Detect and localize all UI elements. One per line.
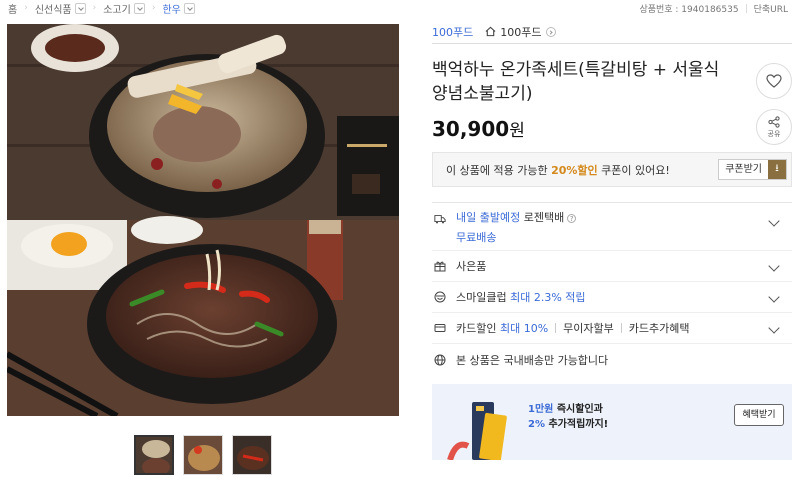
download-icon: ⭳ xyxy=(768,160,786,179)
chevron-down-icon[interactable] xyxy=(133,2,145,14)
gift-icon xyxy=(434,261,446,272)
product-info-panel: 100푸드 100푸드 백억하누 온가족세트(특갈비탕 + 서울식양념소불고기)… xyxy=(432,20,792,460)
smileclub-row[interactable]: 스마일클럽 최대 2.3% 적립 xyxy=(432,282,792,313)
promo-banner[interactable]: 1만원 즉시할인과 2% 추가적립까지! 혜택받기 xyxy=(432,384,792,460)
domestic-shipping-text: 본 상품은 국내배송만 가능합니다 xyxy=(456,353,609,367)
product-meta: 상품번호 : 1940186535 단축URL xyxy=(639,0,788,16)
seller-link[interactable]: 100푸드 xyxy=(432,24,473,40)
thumbnail-2[interactable] xyxy=(183,435,223,475)
promo-text-1: 즉시할인과 xyxy=(556,404,603,415)
breadcrumb-label: 한우 xyxy=(162,4,181,16)
truck-icon xyxy=(434,215,446,224)
shipping-date: 내일 출발예정 xyxy=(456,210,521,224)
thumbnail-list xyxy=(134,435,272,475)
domestic-shipping-row: 본 상품은 국내배송만 가능합니다 xyxy=(432,344,792,375)
product-number: 상품번호 : 1940186535 xyxy=(639,4,739,15)
coupon-text-after: 쿠폰이 있어요! xyxy=(601,163,670,177)
card-discount-row[interactable]: 카드할인 최대 10% 무이자할부 카드추가혜택 xyxy=(432,313,792,344)
breadcrumb: 홈 › 신선식품 › 소고기 › 한우 xyxy=(8,0,195,16)
product-main-image[interactable] xyxy=(7,24,399,416)
breadcrumb-separator: › xyxy=(151,3,156,13)
card-illustration-icon xyxy=(447,402,507,460)
breadcrumb-separator: › xyxy=(24,3,28,13)
card-discount-label: 카드할인 xyxy=(456,322,497,335)
smile-icon xyxy=(434,291,446,303)
share-button[interactable]: 공유 xyxy=(756,109,792,145)
price-value: 30,900 xyxy=(432,117,510,141)
chevron-down-icon[interactable] xyxy=(183,2,195,14)
breadcrumb-category-3[interactable]: 한우 xyxy=(162,1,195,16)
coupon-banner: 이 상품에 적용 가능한 20%할인 쿠폰이 있어요! 쿠폰받기 ⭳ xyxy=(432,152,792,187)
chevron-down-icon[interactable] xyxy=(768,322,780,334)
promo-text: 1만원 즉시할인과 2% 추가적립까지! xyxy=(528,402,608,432)
breadcrumb-separator: › xyxy=(92,3,97,13)
share-icon xyxy=(768,115,780,128)
shop-name[interactable]: 100푸드 xyxy=(500,24,541,40)
card-discount-value: 최대 10% xyxy=(499,322,549,335)
food-photo xyxy=(7,24,399,416)
thumbnail-image xyxy=(233,436,271,474)
promo-line-2: 2% 추가적립까지! xyxy=(528,417,608,432)
coupon-text-before: 이 상품에 적용 가능한 xyxy=(446,163,548,177)
product-title: 백억하누 온가족세트(특갈비탕 + 서울식양념소불고기) xyxy=(432,60,720,104)
thumbnail-3[interactable] xyxy=(232,435,272,475)
free-shipping: 무료배송 xyxy=(456,230,497,244)
share-label: 공유 xyxy=(767,129,781,138)
card-extra-label: 카드추가혜택 xyxy=(628,322,690,335)
chevron-right-icon[interactable] xyxy=(545,26,556,37)
breadcrumb-label: 소고기 xyxy=(103,4,131,16)
wishlist-button[interactable] xyxy=(756,63,792,99)
promo-highlight: 2% xyxy=(528,419,545,430)
thumbnail-image xyxy=(136,437,172,473)
shipping-carrier: 로젠택배 xyxy=(523,210,565,224)
home-icon xyxy=(485,26,496,37)
thumbnail-image xyxy=(184,436,222,474)
chevron-down-icon[interactable] xyxy=(768,260,780,272)
breadcrumb-label: 신선식품 xyxy=(34,4,72,16)
breadcrumb-home[interactable]: 홈 xyxy=(8,1,17,16)
breadcrumb-category-2[interactable]: 소고기 xyxy=(103,1,145,16)
get-benefit-button[interactable]: 혜택받기 xyxy=(734,404,784,426)
coupon-download-button[interactable]: 쿠폰받기 ⭳ xyxy=(718,159,787,180)
divider xyxy=(620,323,622,333)
coupon-text: 이 상품에 적용 가능한 20%할인 쿠폰이 있어요! xyxy=(446,162,670,178)
seller-row: 100푸드 100푸드 xyxy=(432,20,792,44)
price-unit: 원 xyxy=(509,121,525,141)
short-url-link[interactable]: 단축URL xyxy=(754,2,788,15)
breadcrumb-category-1[interactable]: 신선식품 xyxy=(35,1,86,16)
divider xyxy=(745,3,747,13)
benefit-list: 내일 출발예정 로젠택배? 무료배송 사은품 스마일클럽 최대 2.3% 적립 … xyxy=(432,202,792,375)
promo-highlight: 1만원 xyxy=(528,404,554,415)
coupon-button-label: 쿠폰받기 xyxy=(725,164,762,175)
credit-card-icon xyxy=(434,324,446,332)
gift-row[interactable]: 사은품 xyxy=(432,251,792,282)
promo-text-2: 추가적립까지! xyxy=(548,419,609,430)
chevron-down-icon[interactable] xyxy=(768,215,780,227)
chevron-down-icon[interactable] xyxy=(768,291,780,303)
shipping-info: 내일 출발예정 로젠택배? xyxy=(456,209,577,225)
product-price: 30,900원 xyxy=(432,116,525,141)
gift-label: 사은품 xyxy=(456,260,487,273)
installment-label: 무이자할부 xyxy=(563,322,614,335)
divider xyxy=(555,323,557,333)
chevron-down-icon[interactable] xyxy=(74,2,86,14)
promo-line-1: 1만원 즉시할인과 xyxy=(528,402,608,417)
globe-icon xyxy=(434,354,446,365)
shipping-row[interactable]: 내일 출발예정 로젠택배? 무료배송 xyxy=(432,203,792,251)
smileclub-label: 스마일클럽 xyxy=(456,291,507,304)
help-icon[interactable]: ? xyxy=(567,213,577,223)
coupon-discount: 20%할인 xyxy=(551,163,598,177)
thumbnail-1[interactable] xyxy=(134,435,174,475)
smileclub-reward: 최대 2.3% 적립 xyxy=(510,291,586,304)
heart-icon xyxy=(766,74,782,88)
